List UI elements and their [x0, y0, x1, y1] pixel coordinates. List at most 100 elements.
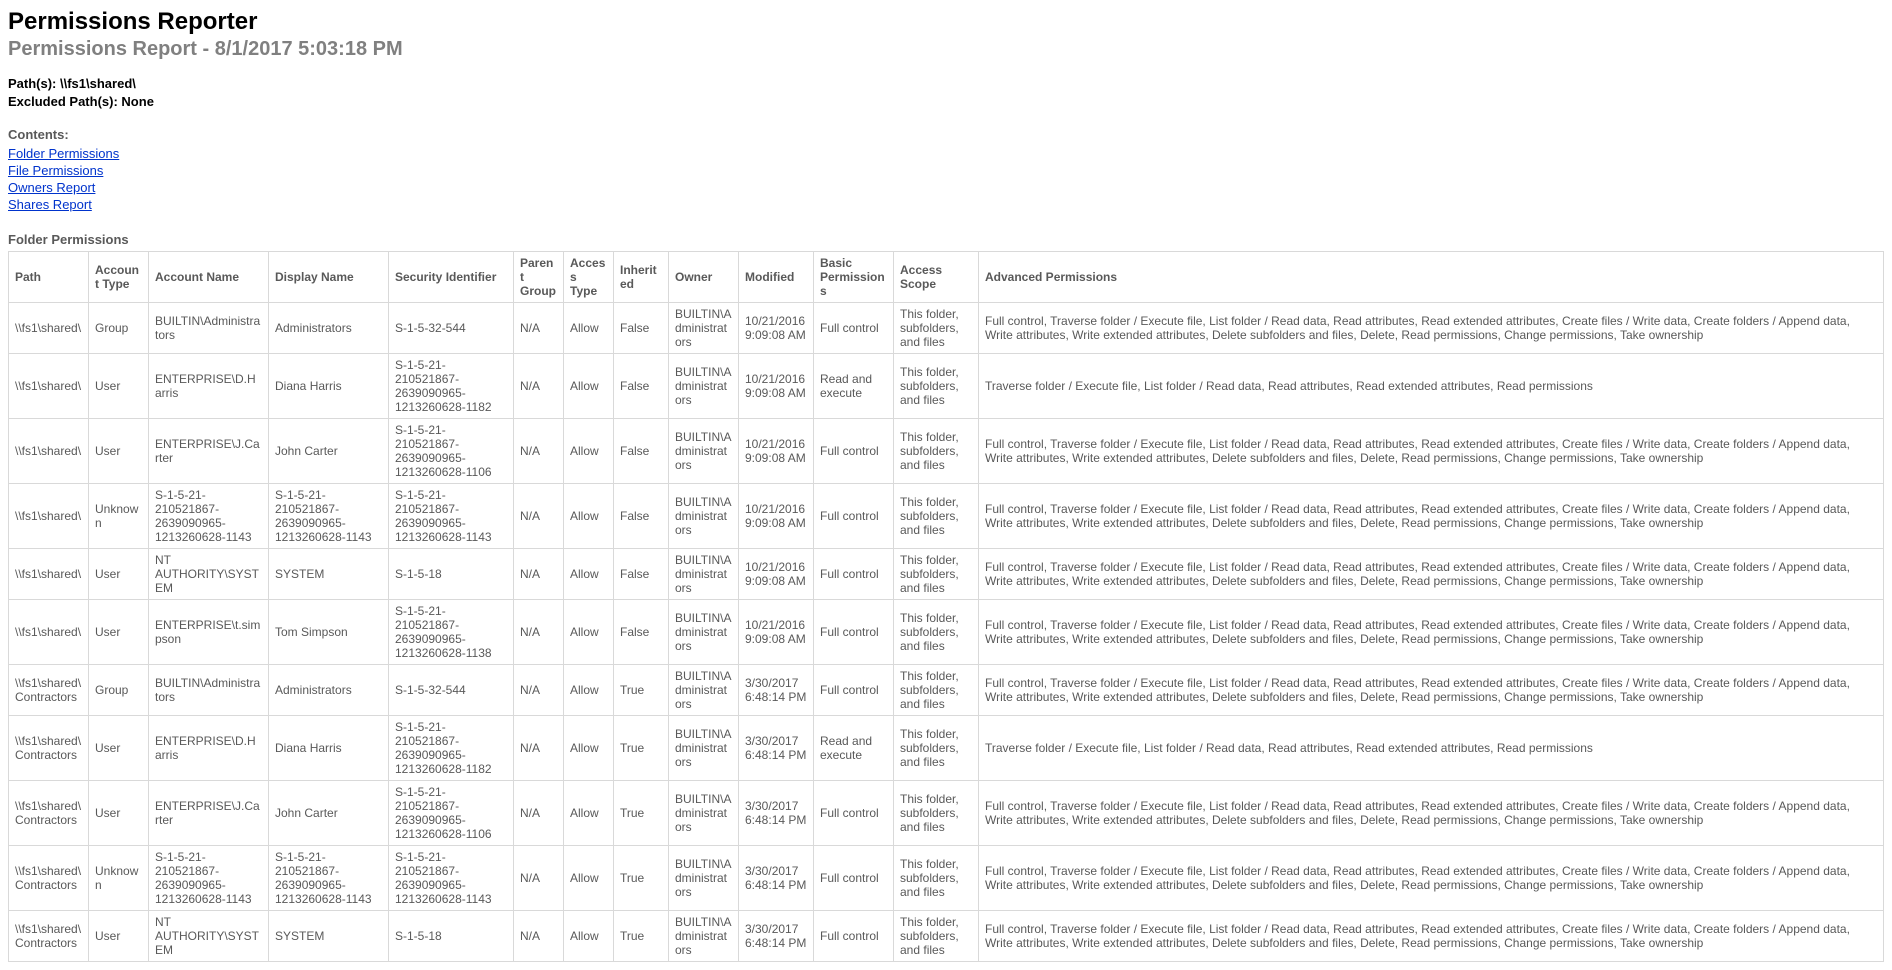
cell-sid: S-1-5-21-210521867-2639090965-1213260628… [389, 599, 514, 664]
cell-parent_group: N/A [514, 715, 564, 780]
cell-advanced: Traverse folder / Execute file, List fol… [979, 353, 1884, 418]
cell-path: \\fs1\shared\Contractors [9, 664, 89, 715]
cell-scope: This folder, subfolders, and files [894, 302, 979, 353]
table-row: \\fs1\shared\UserNT AUTHORITY\SYSTEMSYST… [9, 548, 1884, 599]
cell-basic: Full control [814, 483, 894, 548]
th-owner: Owner [669, 251, 739, 302]
cell-account_name: S-1-5-21-210521867-2639090965-1213260628… [149, 845, 269, 910]
cell-owner: BUILTIN\Administrators [669, 910, 739, 961]
cell-advanced: Full control, Traverse folder / Execute … [979, 548, 1884, 599]
cell-basic: Full control [814, 599, 894, 664]
cell-owner: BUILTIN\Administrators [669, 780, 739, 845]
cell-path: \\fs1\shared\ [9, 418, 89, 483]
cell-account_name: NT AUTHORITY\SYSTEM [149, 548, 269, 599]
cell-advanced: Full control, Traverse folder / Execute … [979, 418, 1884, 483]
cell-account_type: User [89, 548, 149, 599]
cell-path: \\fs1\shared\ [9, 548, 89, 599]
cell-sid: S-1-5-18 [389, 548, 514, 599]
cell-modified: 3/30/2017 6:48:14 PM [739, 664, 814, 715]
cell-display_name: Administrators [269, 302, 389, 353]
cell-inherited: False [614, 418, 669, 483]
cell-advanced: Full control, Traverse folder / Execute … [979, 483, 1884, 548]
cell-owner: BUILTIN\Administrators [669, 599, 739, 664]
table-row: \\fs1\shared\UserENTERPRISE\J.CarterJohn… [9, 418, 1884, 483]
cell-basic: Full control [814, 302, 894, 353]
page-title: Permissions Reporter [8, 8, 1884, 36]
cell-scope: This folder, subfolders, and files [894, 483, 979, 548]
link-file-permissions[interactable]: File Permissions [8, 163, 103, 180]
cell-access_type: Allow [564, 910, 614, 961]
link-owners-report[interactable]: Owners Report [8, 180, 95, 197]
cell-modified: 10/21/2016 9:09:08 AM [739, 599, 814, 664]
section-title: Folder Permissions [8, 232, 1884, 247]
excluded-line: Excluded Path(s): None [8, 93, 1884, 111]
cell-account_type: Unknown [89, 845, 149, 910]
cell-owner: BUILTIN\Administrators [669, 845, 739, 910]
excluded-label: Excluded Path(s): [8, 94, 121, 109]
excluded-value: None [121, 94, 154, 109]
table-row: \\fs1\shared\ContractorsGroupBUILTIN\Adm… [9, 664, 1884, 715]
table-header-row: Path Account Type Account Name Display N… [9, 251, 1884, 302]
th-display-name: Display Name [269, 251, 389, 302]
cell-advanced: Traverse folder / Execute file, List fol… [979, 715, 1884, 780]
cell-basic: Full control [814, 664, 894, 715]
th-account-name: Account Name [149, 251, 269, 302]
cell-parent_group: N/A [514, 599, 564, 664]
th-sid: Security Identifier [389, 251, 514, 302]
cell-inherited: True [614, 910, 669, 961]
th-account-type: Account Type [89, 251, 149, 302]
cell-display_name: S-1-5-21-210521867-2639090965-1213260628… [269, 845, 389, 910]
table-row: \\fs1\shared\UnknownS-1-5-21-210521867-2… [9, 483, 1884, 548]
cell-basic: Full control [814, 845, 894, 910]
cell-account_name: S-1-5-21-210521867-2639090965-1213260628… [149, 483, 269, 548]
permissions-table: Path Account Type Account Name Display N… [8, 251, 1884, 962]
cell-advanced: Full control, Traverse folder / Execute … [979, 302, 1884, 353]
table-row: \\fs1\shared\UserENTERPRISE\t.simpsonTom… [9, 599, 1884, 664]
cell-scope: This folder, subfolders, and files [894, 715, 979, 780]
paths-label: Path(s): [8, 76, 60, 91]
cell-owner: BUILTIN\Administrators [669, 418, 739, 483]
cell-path: \\fs1\shared\ [9, 353, 89, 418]
paths-line: Path(s): \\fs1\shared\ [8, 75, 1884, 93]
cell-scope: This folder, subfolders, and files [894, 910, 979, 961]
th-scope: Access Scope [894, 251, 979, 302]
table-row: \\fs1\shared\ContractorsUserNT AUTHORITY… [9, 910, 1884, 961]
cell-modified: 3/30/2017 6:48:14 PM [739, 845, 814, 910]
cell-access_type: Allow [564, 845, 614, 910]
table-row: \\fs1\shared\ContractorsUserENTERPRISE\D… [9, 715, 1884, 780]
cell-display_name: Diana Harris [269, 353, 389, 418]
cell-display_name: SYSTEM [269, 910, 389, 961]
th-inherited: Inherited [614, 251, 669, 302]
cell-account_name: ENTERPRISE\D.Harris [149, 715, 269, 780]
cell-parent_group: N/A [514, 418, 564, 483]
cell-parent_group: N/A [514, 910, 564, 961]
th-parent-group: Parent Group [514, 251, 564, 302]
cell-sid: S-1-5-21-210521867-2639090965-1213260628… [389, 715, 514, 780]
cell-path: \\fs1\shared\Contractors [9, 910, 89, 961]
cell-account_name: BUILTIN\Administrators [149, 664, 269, 715]
cell-path: \\fs1\shared\ [9, 599, 89, 664]
cell-inherited: False [614, 483, 669, 548]
th-basic: Basic Permissions [814, 251, 894, 302]
cell-advanced: Full control, Traverse folder / Execute … [979, 599, 1884, 664]
cell-account_type: Group [89, 302, 149, 353]
cell-display_name: Administrators [269, 664, 389, 715]
cell-basic: Full control [814, 548, 894, 599]
cell-display_name: John Carter [269, 418, 389, 483]
cell-scope: This folder, subfolders, and files [894, 353, 979, 418]
cell-scope: This folder, subfolders, and files [894, 599, 979, 664]
cell-display_name: John Carter [269, 780, 389, 845]
cell-path: \\fs1\shared\ [9, 302, 89, 353]
cell-inherited: False [614, 599, 669, 664]
cell-inherited: False [614, 548, 669, 599]
cell-inherited: False [614, 353, 669, 418]
link-folder-permissions[interactable]: Folder Permissions [8, 146, 119, 163]
cell-owner: BUILTIN\Administrators [669, 353, 739, 418]
cell-display_name: Tom Simpson [269, 599, 389, 664]
link-shares-report[interactable]: Shares Report [8, 197, 92, 214]
table-row: \\fs1\shared\UserENTERPRISE\D.HarrisDian… [9, 353, 1884, 418]
cell-owner: BUILTIN\Administrators [669, 548, 739, 599]
cell-sid: S-1-5-21-210521867-2639090965-1213260628… [389, 483, 514, 548]
cell-account_type: User [89, 780, 149, 845]
cell-inherited: True [614, 664, 669, 715]
